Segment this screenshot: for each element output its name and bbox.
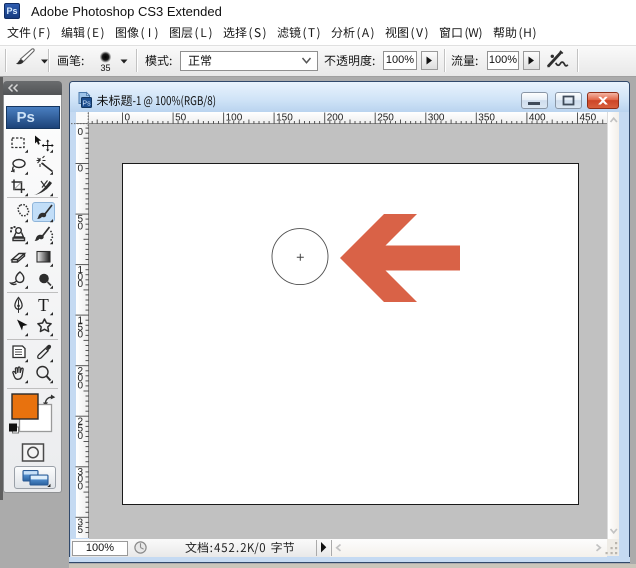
svg-text:400: 400 <box>529 113 546 124</box>
svg-text:50: 50 <box>175 113 187 124</box>
svg-text:0: 0 <box>78 127 84 138</box>
svg-text:100: 100 <box>226 113 243 124</box>
svg-text:0: 0 <box>125 113 131 124</box>
svg-text:Ps: Ps <box>82 101 91 108</box>
svg-text:200: 200 <box>327 113 344 124</box>
svg-text:0: 0 <box>78 380 84 391</box>
svg-text:150: 150 <box>276 113 293 124</box>
svg-text:35: 35 <box>100 63 110 73</box>
svg-text:0: 0 <box>78 431 84 442</box>
svg-text:T: T <box>38 295 49 315</box>
svg-text:0: 0 <box>78 164 84 175</box>
svg-text:300: 300 <box>428 113 445 124</box>
svg-text:0: 0 <box>78 221 84 232</box>
svg-text:0: 0 <box>78 330 84 341</box>
svg-text:350: 350 <box>478 113 495 124</box>
svg-text:450: 450 <box>580 113 597 124</box>
svg-text:5: 5 <box>78 525 84 536</box>
svg-text:250: 250 <box>377 113 394 124</box>
svg-text:0: 0 <box>78 279 84 290</box>
svg-text:0: 0 <box>78 481 84 492</box>
